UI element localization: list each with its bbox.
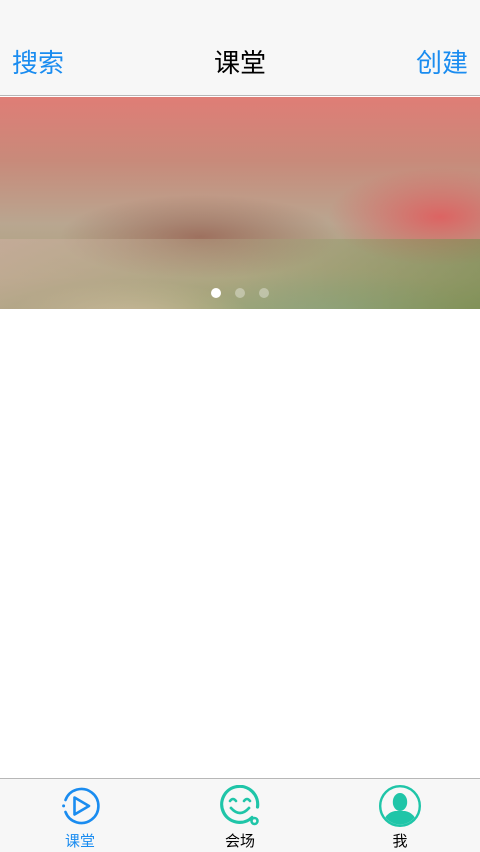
search-button[interactable]: 搜索 <box>12 44 64 84</box>
profile-icon <box>379 785 421 827</box>
smiley-icon <box>220 785 260 826</box>
tab-me[interactable]: 我 <box>320 779 480 852</box>
banner-carousel[interactable] <box>0 97 480 309</box>
tab-classroom[interactable]: 课堂 <box>0 779 160 852</box>
app-screen: 搜索 课堂 创建 课堂 会场 我 <box>0 0 480 852</box>
page-dot-2[interactable] <box>235 288 245 298</box>
tab-classroom-label: 课堂 <box>64 832 95 850</box>
create-button[interactable]: 创建 <box>416 44 468 84</box>
play-circle-icon <box>62 787 100 825</box>
tab-venue[interactable]: 会场 <box>160 779 320 852</box>
tab-venue-label: 会场 <box>224 832 255 850</box>
tab-me-label: 我 <box>392 832 408 850</box>
page-indicator <box>0 288 480 300</box>
page-title: 课堂 <box>213 49 266 79</box>
page-dot-1[interactable] <box>211 288 221 298</box>
navigation-bar: 搜索 课堂 创建 <box>0 0 480 96</box>
page-dot-3[interactable] <box>259 288 269 298</box>
tab-bar: 课堂 会场 我 <box>0 778 480 852</box>
